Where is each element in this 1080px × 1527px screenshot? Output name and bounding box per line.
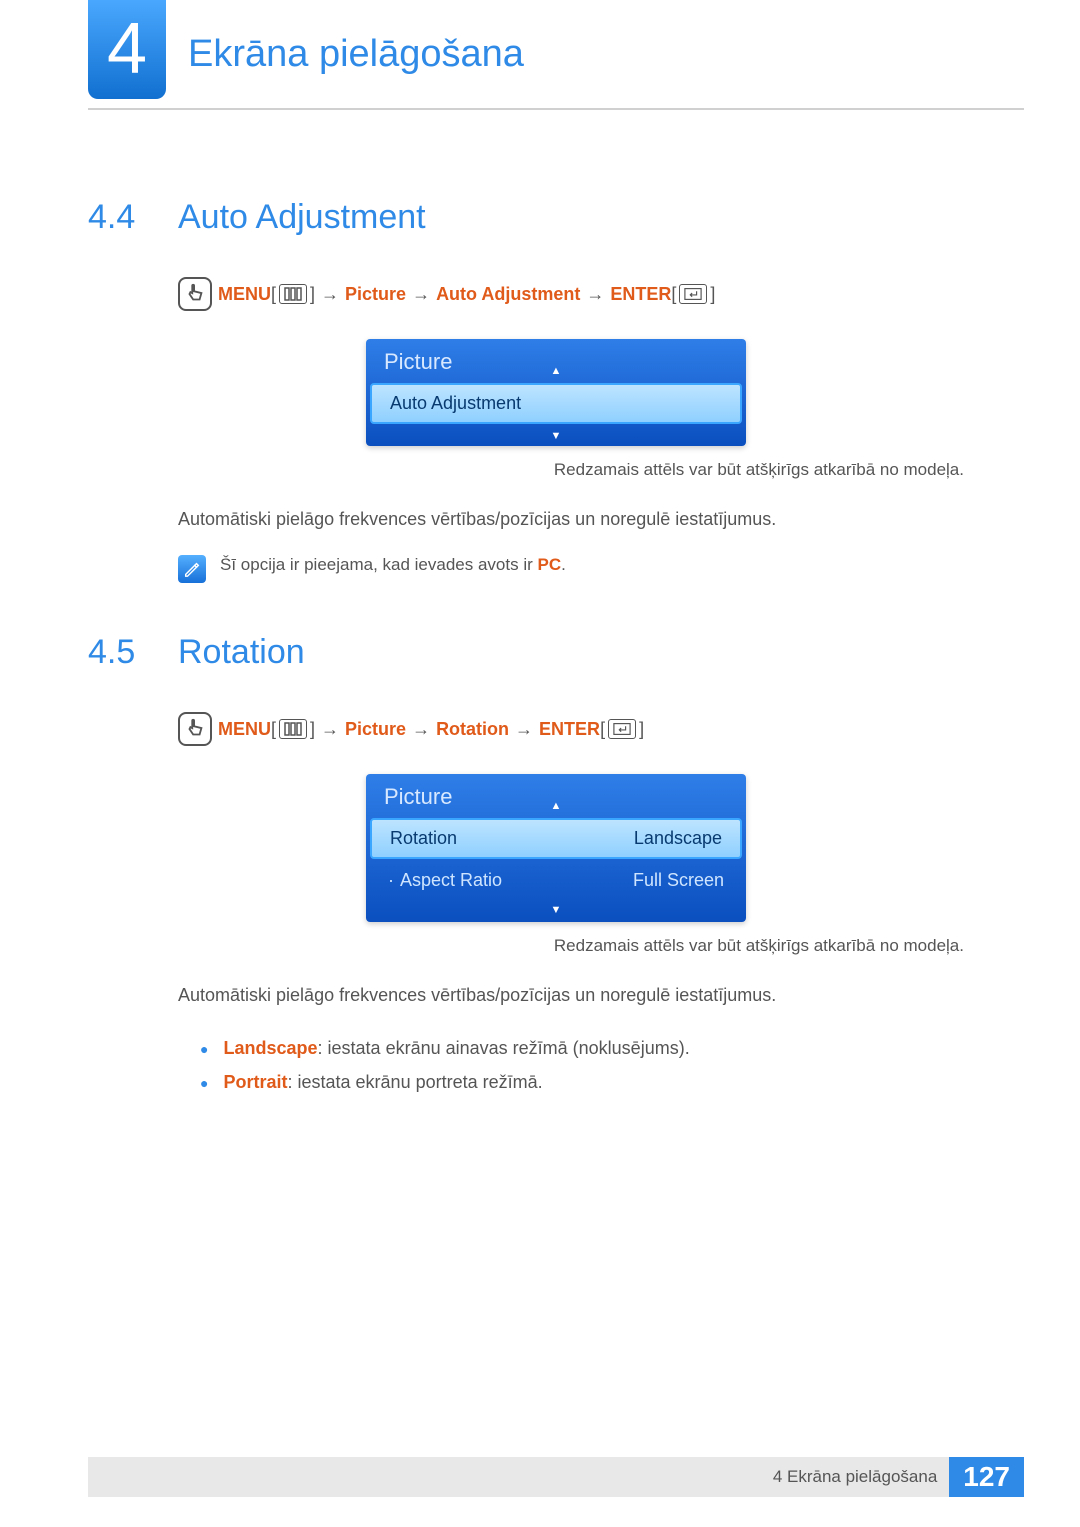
page-header: 4 Ekrāna pielāgošana [88, 0, 1024, 110]
bullet-em: Portrait [223, 1072, 287, 1092]
arrow-icon: → [321, 719, 339, 740]
arrow-icon: → [321, 284, 339, 305]
note-text: Šī opcija ir pieejama, kad ievades avots… [220, 555, 566, 575]
down-arrow-icon: ▼ [551, 430, 562, 442]
nav-bracket: [ [671, 284, 676, 305]
list-item: ● Portrait: iestata ekrānu portreta režī… [200, 1065, 1024, 1099]
nav-bracket: [ [271, 719, 276, 740]
chapter-number-badge: 4 [88, 0, 166, 99]
bullet-text: : iestata ekrānu ainavas režīmā (noklusē… [318, 1038, 690, 1058]
down-arrow-icon: ▼ [551, 904, 562, 916]
osd-row-label: Rotation [390, 828, 457, 849]
bullet-list: ● Landscape: iestata ekrānu ainavas režī… [200, 1031, 1024, 1099]
nav-bracket: [ [600, 719, 605, 740]
section-number: 4.5 [88, 633, 178, 672]
osd-footer: ▼ [366, 902, 746, 922]
nav-step: Picture [345, 284, 406, 305]
arrow-icon: → [412, 719, 430, 740]
bullet-icon: ● [200, 1075, 208, 1091]
touch-icon [178, 277, 212, 311]
nav-menu-label: MENU [218, 284, 271, 305]
section-number: 4.4 [88, 198, 178, 237]
arrow-icon: → [586, 284, 604, 305]
nav-enter-label: ENTER [539, 719, 600, 740]
osd-panel-45: Picture ▲ Rotation Landscape ·Aspect Rat… [366, 774, 746, 922]
nav-step: Picture [345, 719, 406, 740]
note-text-post: . [561, 555, 566, 574]
note-text-em: PC [538, 555, 562, 574]
page-footer: 4 Ekrāna pielāgošana 127 [88, 1457, 1024, 1497]
osd-row-value: Full Screen [633, 870, 724, 891]
up-arrow-icon: ▲ [551, 800, 562, 812]
bullet-icon: ● [200, 1041, 208, 1057]
note-icon [178, 555, 206, 583]
osd-row-label: Auto Adjustment [390, 393, 521, 414]
nav-bracket: ] [710, 284, 715, 305]
nav-bracket: ] [310, 284, 315, 305]
osd-row-label: ·Aspect Ratio [388, 870, 502, 891]
osd-title-text: Picture [384, 784, 452, 809]
section-title: Rotation [178, 633, 305, 672]
arrow-icon: → [412, 284, 430, 305]
touch-icon [178, 712, 212, 746]
up-arrow-icon: ▲ [551, 365, 562, 377]
section-title: Auto Adjustment [178, 198, 426, 237]
nav-step: Rotation [436, 719, 509, 740]
image-caption: Redzamais attēls var būt atšķirīgs atkar… [88, 460, 964, 480]
nav-path-44: MENU [ ] → Picture → Auto Adjustment → E… [178, 277, 1024, 311]
osd-panel-44: Picture ▲ Auto Adjustment ▼ [366, 339, 746, 446]
osd-row-selected: Rotation Landscape [370, 818, 742, 859]
osd-title-text: Picture [384, 349, 452, 374]
nav-bracket: ] [310, 719, 315, 740]
enter-icon [679, 284, 707, 304]
bullet-em: Landscape [223, 1038, 317, 1058]
osd-row-value: Landscape [634, 828, 722, 849]
nav-step: Auto Adjustment [436, 284, 580, 305]
bullet-text: : iestata ekrānu portreta režīmā. [288, 1072, 543, 1092]
image-caption: Redzamais attēls var būt atšķirīgs atkar… [88, 936, 964, 956]
section-heading-44: 4.4 Auto Adjustment [88, 198, 1024, 237]
nav-bracket: ] [639, 719, 644, 740]
osd-title: Picture ▲ [366, 774, 746, 816]
chapter-title: Ekrāna pielāgošana [188, 33, 524, 76]
osd-row-selected: Auto Adjustment [370, 383, 742, 424]
nav-enter-label: ENTER [610, 284, 671, 305]
osd-row: ·Aspect Ratio Full Screen [370, 862, 742, 899]
body-text: Automātiski pielāgo frekvences vērtības/… [178, 982, 1024, 1009]
footer-text: 4 Ekrāna pielāgošana [773, 1467, 937, 1487]
body-text: Automātiski pielāgo frekvences vērtības/… [178, 506, 1024, 533]
arrow-icon: → [515, 719, 533, 740]
nav-menu-label: MENU [218, 719, 271, 740]
footer-page-number: 127 [949, 1457, 1024, 1497]
note-text-pre: Šī opcija ir pieejama, kad ievades avots… [220, 555, 538, 574]
osd-title: Picture ▲ [366, 339, 746, 381]
section-heading-45: 4.5 Rotation [88, 633, 1024, 672]
menu-icon [279, 719, 307, 739]
enter-icon [608, 719, 636, 739]
osd-footer: ▼ [366, 426, 746, 446]
list-item: ● Landscape: iestata ekrānu ainavas režī… [200, 1031, 1024, 1065]
menu-icon [279, 284, 307, 304]
nav-bracket: [ [271, 284, 276, 305]
note-row: Šī opcija ir pieejama, kad ievades avots… [178, 555, 1024, 583]
nav-path-45: MENU [ ] → Picture → Rotation → ENTER [ … [178, 712, 1024, 746]
